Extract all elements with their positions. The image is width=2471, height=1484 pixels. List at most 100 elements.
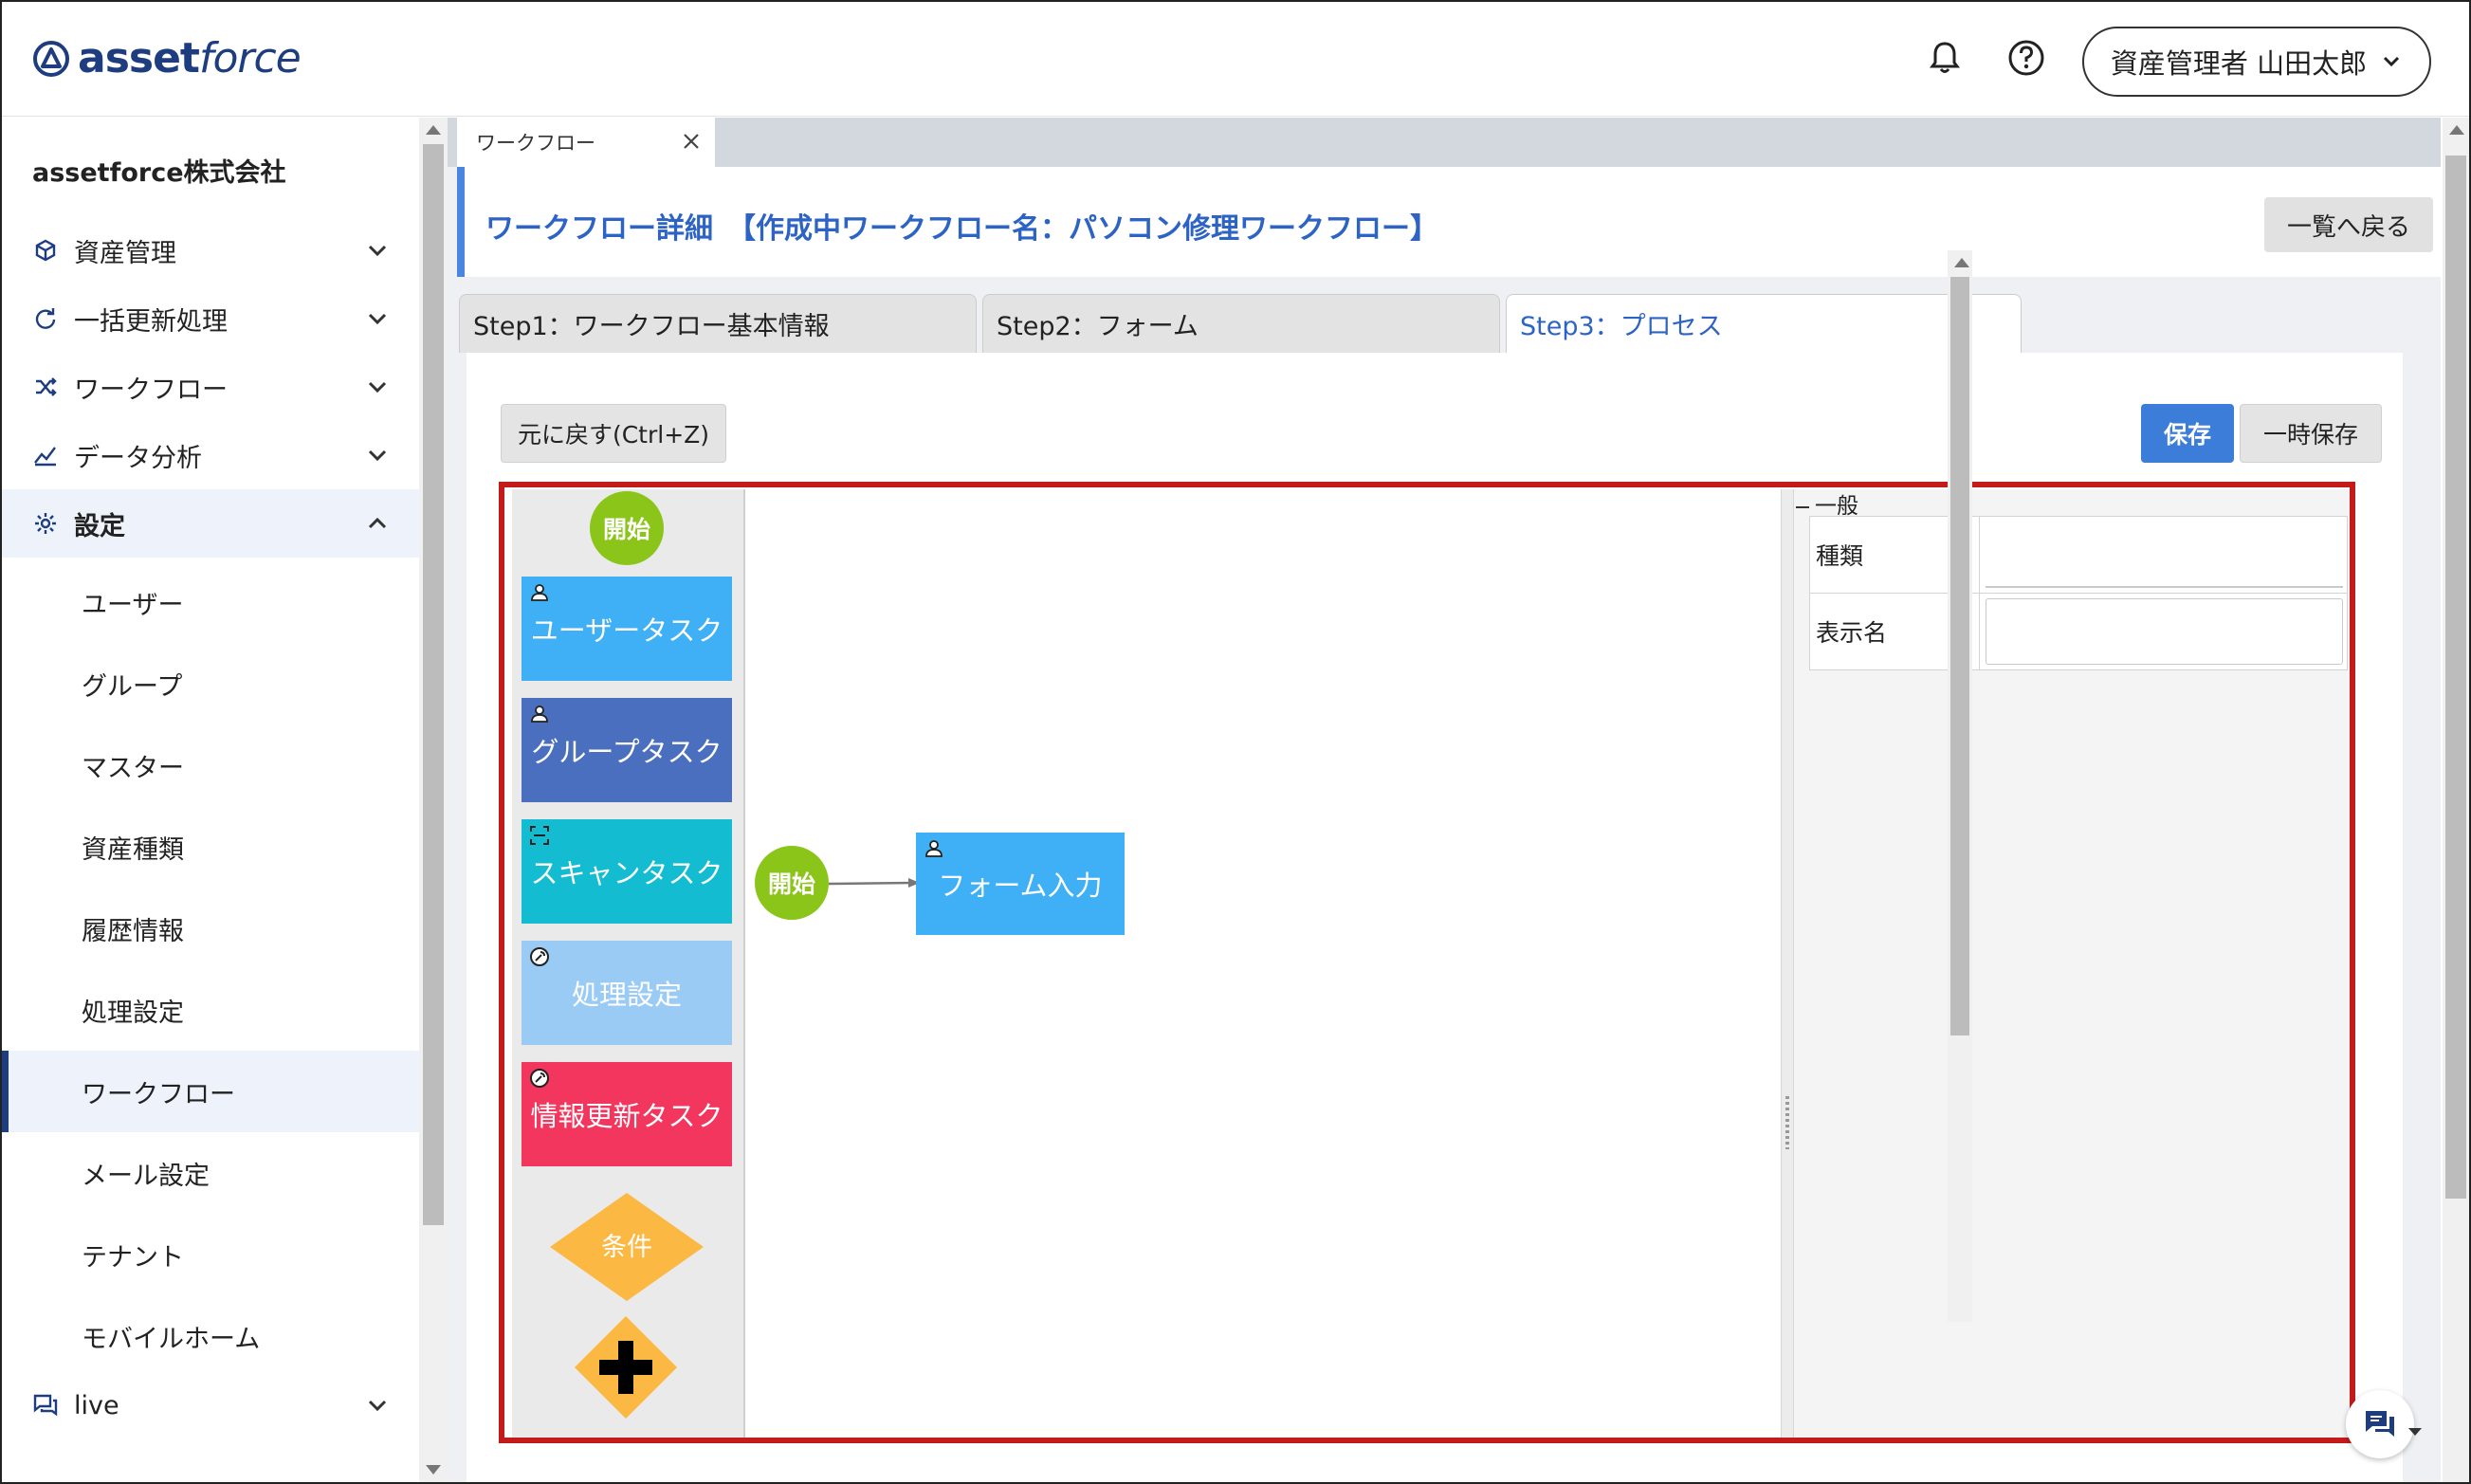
collapse-icon[interactable] bbox=[1796, 505, 1809, 508]
refresh-icon bbox=[35, 308, 56, 329]
properties-section-title[interactable]: 一般 bbox=[1796, 487, 1858, 520]
process-content: 元に戻す(Ctrl+Z) 保存 一時保存 開始 ユーザータスク グループタスク bbox=[467, 353, 2403, 1482]
bell-icon[interactable] bbox=[1923, 36, 1967, 80]
scrollbar-thumb[interactable] bbox=[1950, 277, 1969, 1035]
sidebar-subitem-history[interactable]: 履歴情報 bbox=[2, 888, 419, 969]
sidebar-subitem-tenant[interactable]: テナント bbox=[2, 1214, 419, 1295]
sidebar-item-label: live bbox=[74, 1390, 119, 1420]
sidebar-item-label: 設定 bbox=[74, 511, 125, 541]
sidebar-item-settings[interactable]: 設定 bbox=[2, 489, 419, 558]
process-editor: 開始 ユーザータスク グループタスク スキャンタスク 処理設定 情報更新タスク … bbox=[499, 482, 2355, 1443]
drag-handle-icon[interactable] bbox=[1785, 1096, 1789, 1149]
palette-item-label: 処理設定 bbox=[571, 979, 682, 1011]
chevron-down-icon bbox=[2384, 56, 2400, 67]
process-canvas[interactable]: 開始 フォーム入力 bbox=[745, 489, 1781, 1438]
palette-item-label: 条件 bbox=[601, 1233, 652, 1262]
display-name-input[interactable] bbox=[1986, 598, 2343, 665]
scrollbar-thumb[interactable] bbox=[423, 144, 444, 1225]
sidebar-subitem-workflow[interactable]: ワークフロー bbox=[2, 1051, 419, 1132]
chat-support-button[interactable] bbox=[2346, 1390, 2414, 1458]
caret-down-icon[interactable] bbox=[2408, 1428, 2422, 1436]
chat-icon bbox=[2366, 1411, 2394, 1437]
sidebar-scrollbar[interactable] bbox=[419, 118, 448, 1482]
sidebar-item-bulk-update[interactable]: 一括更新処理 bbox=[2, 284, 419, 353]
property-value-cell bbox=[1979, 516, 2348, 594]
sidebar-item-data-analysis[interactable]: データ分析 bbox=[2, 421, 419, 489]
temp-save-button[interactable]: 一時保存 bbox=[2240, 404, 2382, 463]
palette-start-event[interactable]: 開始 bbox=[590, 491, 664, 565]
help-icon[interactable] bbox=[2004, 36, 2048, 80]
sidebar-item-label: 資産管理 bbox=[74, 238, 176, 268]
sidebar-subitem-users[interactable]: ユーザー bbox=[2, 561, 419, 643]
palette-group-task[interactable]: グループタスク bbox=[522, 698, 732, 802]
sidebar-subitem-groups[interactable]: グループ bbox=[2, 643, 419, 724]
company-name: assetforce株式会社 bbox=[32, 158, 286, 188]
palette-info-update-task[interactable]: 情報更新タスク bbox=[522, 1062, 732, 1166]
sidebar-subitem-mail-settings[interactable]: メール設定 bbox=[2, 1132, 419, 1214]
tab-workflow[interactable]: ワークフロー bbox=[457, 118, 715, 167]
palette-user-task[interactable]: ユーザータスク bbox=[522, 577, 732, 681]
page-header: ワークフロー詳細 【作成中ワークフロー名：パソコン修理ワークフロー】 一覧へ戻る bbox=[457, 167, 2441, 277]
scroll-up-arrow-icon[interactable] bbox=[2449, 125, 2464, 135]
scroll-up-arrow-icon[interactable] bbox=[426, 125, 441, 135]
scan-icon bbox=[530, 826, 549, 845]
palette-condition-gateway[interactable]: 条件 bbox=[548, 1191, 705, 1303]
palette-process-setting[interactable]: 処理設定 bbox=[522, 941, 732, 1045]
page-scrollbar[interactable] bbox=[2443, 118, 2469, 1482]
logo-mark-icon bbox=[33, 40, 69, 77]
property-row: 表示名 bbox=[1809, 593, 2348, 670]
close-icon[interactable] bbox=[681, 131, 702, 152]
sidebar: assetforce株式会社 資産管理 一括更新処理 ワークフロー データ分析 … bbox=[2, 118, 419, 1482]
sequence-flow-arrow[interactable] bbox=[829, 872, 924, 895]
palette-item-label: ユーザータスク bbox=[530, 614, 723, 647]
user-menu-button[interactable]: 資産管理者 山田太郎 bbox=[2082, 27, 2431, 97]
chevron-down-icon bbox=[368, 1400, 387, 1412]
page-title: ワークフロー詳細 【作成中ワークフロー名：パソコン修理ワークフロー】 bbox=[485, 212, 1438, 246]
canvas-start-event[interactable]: 開始 bbox=[755, 846, 829, 920]
app-window: assetforce 資産管理者 山田太郎 assetforce株式会社 資産管… bbox=[0, 0, 2471, 1484]
wrench-icon bbox=[530, 1069, 549, 1088]
chevron-down-icon bbox=[368, 313, 387, 325]
palette-item-label: グループタスク bbox=[531, 736, 723, 768]
wrench-icon bbox=[530, 947, 549, 966]
property-row: 種類 bbox=[1809, 516, 2348, 594]
tab-step3[interactable]: Step3：プロセス bbox=[1506, 294, 2022, 353]
scroll-down-arrow-icon[interactable] bbox=[426, 1465, 441, 1475]
undo-button[interactable]: 元に戻す(Ctrl+Z) bbox=[501, 404, 726, 463]
chevron-down-icon bbox=[368, 381, 387, 394]
sidebar-item-asset-management[interactable]: 資産管理 bbox=[2, 216, 419, 284]
sidebar-subitem-master[interactable]: マスター bbox=[2, 724, 419, 806]
gear-icon bbox=[35, 513, 56, 534]
tab-step2[interactable]: Step2：フォーム bbox=[982, 294, 1500, 353]
assetforce-logo[interactable]: assetforce bbox=[32, 34, 302, 82]
properties-table: 種類 表示名 bbox=[1809, 516, 2348, 670]
shape-palette: 開始 ユーザータスク グループタスク スキャンタスク 処理設定 情報更新タスク … bbox=[512, 489, 745, 1438]
type-field[interactable] bbox=[1986, 522, 2343, 588]
palette-parallel-gateway[interactable] bbox=[573, 1314, 679, 1420]
palette-item-label: 情報更新タスク bbox=[530, 1100, 723, 1132]
sidebar-subitem-process-settings[interactable]: 処理設定 bbox=[2, 969, 419, 1051]
scrollbar-thumb[interactable] bbox=[2445, 156, 2466, 1199]
panel-splitter[interactable] bbox=[1781, 489, 1794, 1438]
app-header: assetforce 資産管理者 山田太郎 bbox=[2, 2, 2469, 117]
content-scrollbar[interactable] bbox=[1948, 250, 1972, 1322]
sidebar-item-live[interactable]: live bbox=[2, 1371, 419, 1439]
palette-scan-task[interactable]: スキャンタスク bbox=[522, 819, 732, 924]
user-icon bbox=[531, 584, 548, 601]
document-tab-bar: ワークフロー bbox=[448, 118, 2441, 167]
tab-label: ワークフロー bbox=[476, 132, 595, 155]
property-value-cell bbox=[1979, 593, 2348, 670]
main-area: ワークフロー ワークフロー詳細 【作成中ワークフロー名：パソコン修理ワークフロー… bbox=[448, 118, 2441, 1482]
cube-icon bbox=[35, 239, 56, 262]
properties-panel: 一般 種類 表示名 bbox=[1794, 487, 2350, 1438]
back-to-list-button[interactable]: 一覧へ戻る bbox=[2264, 197, 2433, 252]
logo-text: assetforce bbox=[78, 34, 302, 82]
sidebar-subitem-asset-types[interactable]: 資産種類 bbox=[2, 806, 419, 888]
sidebar-item-workflow[interactable]: ワークフロー bbox=[2, 353, 419, 421]
sidebar-subitem-mobile-home[interactable]: モバイルホーム bbox=[2, 1295, 419, 1377]
tab-step1[interactable]: Step1：ワークフロー基本情報 bbox=[459, 294, 977, 353]
save-button[interactable]: 保存 bbox=[2141, 404, 2234, 463]
scroll-up-arrow-icon[interactable] bbox=[1954, 258, 1969, 267]
user-icon bbox=[531, 705, 548, 723]
canvas-task-form-input[interactable]: フォーム入力 bbox=[916, 833, 1125, 935]
